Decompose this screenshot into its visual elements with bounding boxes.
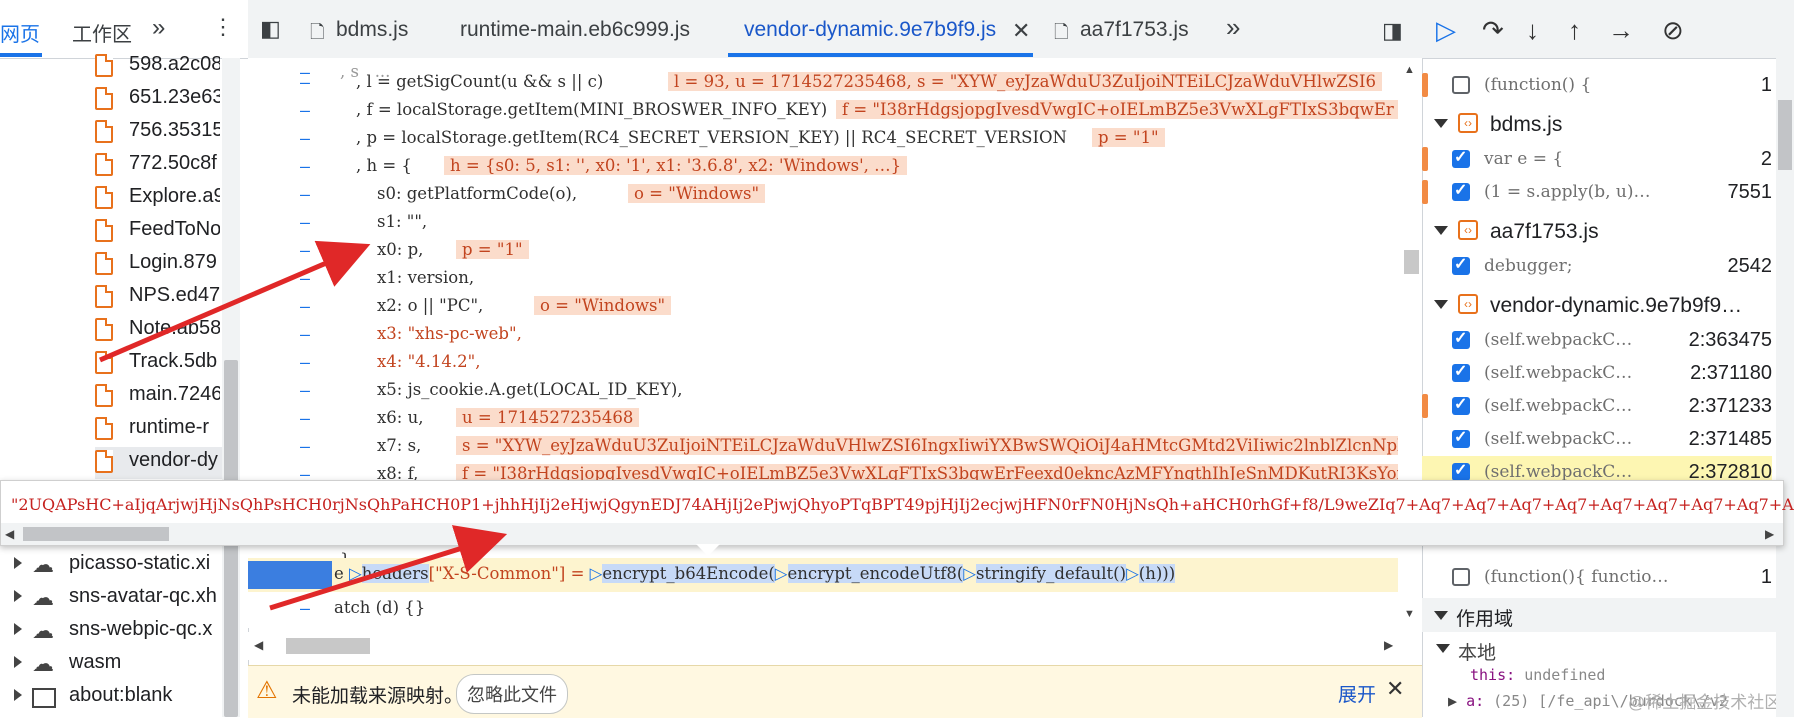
arrow-annotation bbox=[269, 525, 508, 611]
arrow-annotation bbox=[99, 240, 371, 363]
annotation-arrows bbox=[99, 240, 508, 611]
